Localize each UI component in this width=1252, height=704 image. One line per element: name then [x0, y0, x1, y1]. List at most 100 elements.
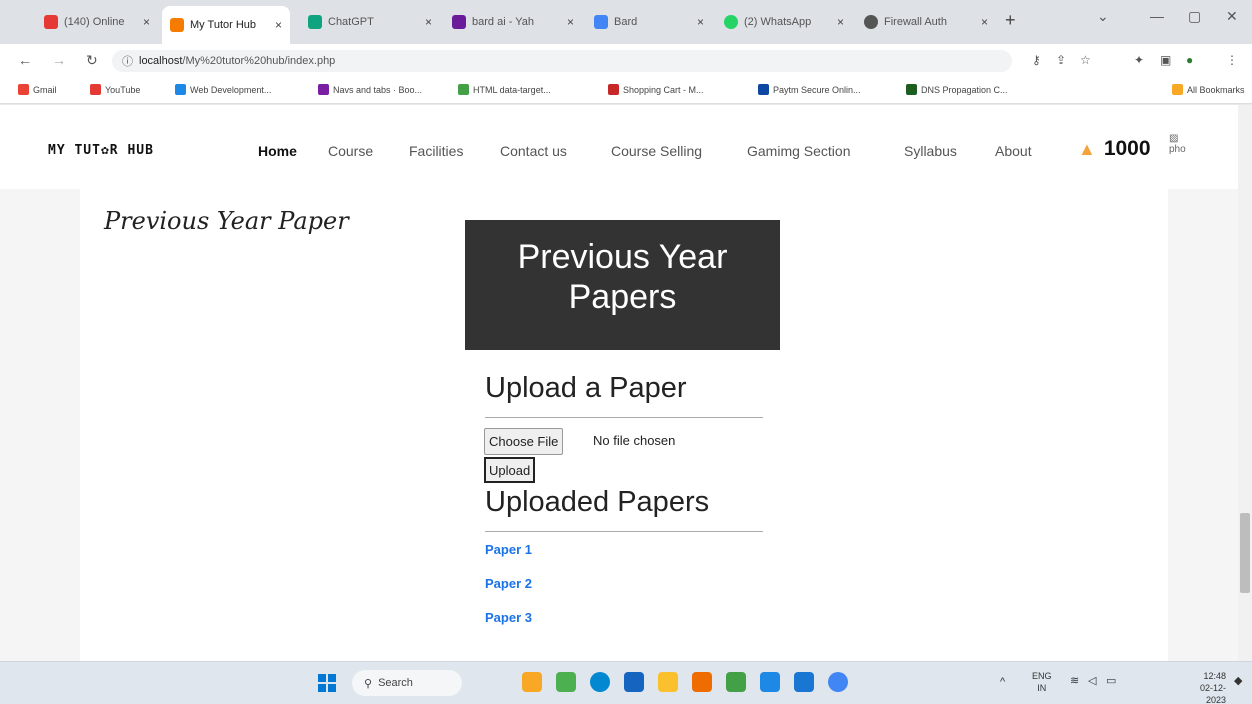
site-header: MY TUT✿R HUB Home Course Facilities Cont…	[0, 105, 1238, 189]
bookmark-youtube[interactable]: YouTube	[90, 84, 140, 95]
close-icon[interactable]: ×	[975, 15, 988, 29]
close-icon[interactable]: ×	[831, 15, 844, 29]
tab-label: bard ai - Yah	[472, 16, 534, 28]
close-icon[interactable]: ×	[137, 15, 150, 29]
battery-icon[interactable]: ▭	[1106, 675, 1116, 687]
tab-firewall-auth[interactable]: Firewall Auth ×	[856, 8, 996, 36]
upload-button[interactable]: Upload	[484, 457, 536, 483]
vscode-icon[interactable]	[794, 672, 814, 692]
nav-course-selling[interactable]: Course Selling	[611, 143, 702, 159]
language-indicator[interactable]: ENG IN	[1032, 670, 1052, 694]
bookmark-dns[interactable]: DNS Propagation C...	[906, 84, 1008, 95]
tab-bard-search[interactable]: bard ai - Yah ×	[444, 8, 582, 36]
yahoo-icon	[452, 15, 466, 29]
tab-label: My Tutor Hub	[190, 19, 257, 31]
upload-heading: Upload a Paper	[485, 372, 687, 404]
page-icon	[458, 84, 469, 95]
all-bookmarks[interactable]: All Bookmarks	[1172, 84, 1245, 95]
edge-icon[interactable]	[590, 672, 610, 692]
choose-file-button[interactable]: Choose File	[484, 428, 564, 455]
tab-search-icon[interactable]: ⌄	[1097, 8, 1109, 25]
sidepanel-icon[interactable]: ▣	[1160, 53, 1171, 67]
windows-start-icon[interactable]	[318, 674, 336, 692]
bookmark-html-data-target[interactable]: HTML data-target...	[458, 84, 551, 95]
globe-icon	[864, 15, 878, 29]
close-icon[interactable]: ×	[561, 15, 574, 29]
nav-home[interactable]: Home	[258, 143, 297, 159]
tab-label: (2) WhatsApp	[744, 16, 812, 28]
bookmark-navs-tabs[interactable]: Navs and tabs · Boo...	[318, 84, 422, 95]
nav-about[interactable]: About	[995, 143, 1032, 159]
bookmark-web-dev[interactable]: Web Development...	[175, 84, 271, 95]
bookmark-gmail[interactable]: Gmail	[18, 84, 57, 95]
bookmark-paytm[interactable]: Paytm Secure Onlin...	[758, 84, 861, 95]
clock[interactable]: 12:48 02-12-2023	[1180, 670, 1226, 704]
bookmarks-bar: Gmail YouTube Web Development... Navs an…	[0, 78, 1252, 104]
bard-icon	[594, 15, 608, 29]
nav-facilities[interactable]: Facilities	[409, 143, 463, 159]
star-icon[interactable]: ☆	[1080, 53, 1091, 67]
forward-icon[interactable]: →	[52, 52, 66, 68]
scroll-thumb[interactable]	[1240, 513, 1250, 593]
notification-bell-icon[interactable]: ◆	[1234, 675, 1242, 687]
window-close-icon[interactable]: ✕	[1226, 8, 1238, 25]
reload-icon[interactable]: ↻	[86, 52, 98, 69]
menu-icon[interactable]: ⋮	[1226, 53, 1238, 67]
tab-youtube[interactable]: (140) Online ×	[36, 8, 158, 36]
nav-gaming-section[interactable]: Gamimg Section	[747, 143, 850, 159]
widgets-icon[interactable]	[522, 672, 542, 692]
browser-tab-strip: (140) Online × My Tutor Hub × ChatGPT × …	[0, 0, 1252, 44]
profile-avatar[interactable]: ▨ pho	[1169, 133, 1186, 155]
paper-link-2[interactable]: Paper 2	[485, 576, 532, 591]
right-gutter	[1168, 189, 1238, 661]
tab-chatgpt[interactable]: ChatGPT ×	[300, 8, 440, 36]
taskbar-search[interactable]: ⚲ Search	[352, 670, 462, 696]
close-icon[interactable]: ×	[691, 15, 704, 29]
app-icon[interactable]	[692, 672, 712, 692]
search-icon: ⚲	[364, 677, 373, 690]
tab-my-tutor-hub[interactable]: My Tutor Hub ×	[162, 6, 290, 44]
tab-label: Bard	[614, 16, 638, 28]
minimize-icon[interactable]: —	[1150, 8, 1164, 24]
close-icon[interactable]: ×	[269, 18, 282, 32]
cart-icon	[608, 84, 619, 95]
notepad-icon[interactable]	[726, 672, 746, 692]
info-icon: ⓘ	[122, 56, 133, 68]
file-explorer-icon[interactable]	[658, 672, 678, 692]
browser-toolbar: ← → ↻ ⓘ localhost/My%20tutor%20hub/index…	[0, 44, 1252, 78]
store-icon[interactable]	[624, 672, 644, 692]
nav-course[interactable]: Course	[328, 143, 373, 159]
volume-icon[interactable]: ◁	[1088, 675, 1096, 687]
paper-link-3[interactable]: Paper 3	[485, 610, 532, 625]
wifi-icon[interactable]: ≋	[1070, 675, 1079, 687]
coin-balance: ▲ 1000	[1078, 137, 1151, 161]
dns-icon	[906, 84, 917, 95]
new-tab-button[interactable]: +	[1005, 10, 1016, 31]
chrome-icon[interactable]	[828, 672, 848, 692]
profile-icon[interactable]: ●	[1186, 53, 1193, 67]
paper-link-1[interactable]: Paper 1	[485, 542, 532, 557]
webdev-icon	[175, 84, 186, 95]
key-icon[interactable]: ⚷	[1032, 53, 1041, 67]
folder-icon	[1172, 84, 1183, 95]
address-bar[interactable]: ⓘ localhost/My%20tutor%20hub/index.php	[112, 50, 1012, 72]
share-icon[interactable]: ⇪	[1056, 53, 1066, 67]
restore-icon[interactable]: ▢	[1188, 8, 1201, 25]
site-logo[interactable]: MY TUT✿R HUB	[48, 143, 154, 158]
tray-overflow-icon[interactable]: ^	[1000, 676, 1005, 688]
page-scrollbar[interactable]	[1238, 105, 1252, 661]
tab-whatsapp[interactable]: (2) WhatsApp ×	[716, 8, 852, 36]
url-path: /My%20tutor%20hub/index.php	[182, 55, 336, 67]
broken-image-icon: ▨	[1169, 133, 1179, 144]
paytm-icon	[758, 84, 769, 95]
nav-contact-us[interactable]: Contact us	[500, 143, 567, 159]
bookmark-shopping-cart[interactable]: Shopping Cart - M...	[608, 84, 704, 95]
teams-icon[interactable]	[556, 672, 576, 692]
gmail-icon	[18, 84, 29, 95]
tab-bard[interactable]: Bard ×	[586, 8, 712, 36]
extensions-icon[interactable]: ✦	[1134, 53, 1144, 67]
close-icon[interactable]: ×	[419, 15, 432, 29]
back-icon[interactable]: ←	[18, 52, 32, 68]
mail-icon[interactable]	[760, 672, 780, 692]
nav-syllabus[interactable]: Syllabus	[904, 143, 957, 159]
